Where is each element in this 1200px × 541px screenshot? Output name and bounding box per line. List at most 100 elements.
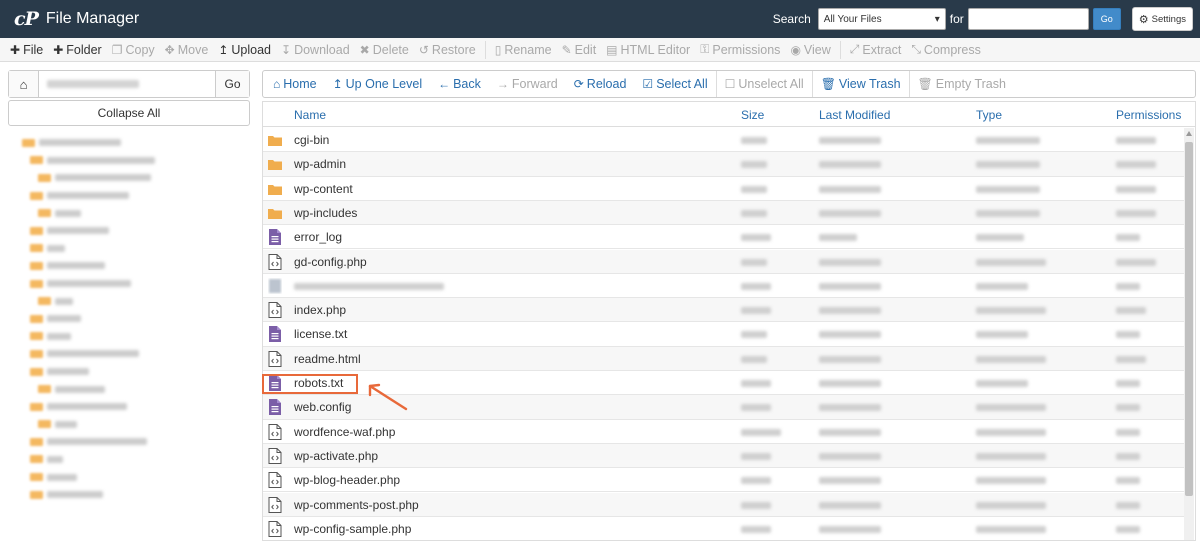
permissions-cell (1116, 404, 1140, 412)
tree-item[interactable] (0, 433, 258, 451)
table-row[interactable] (263, 274, 1185, 299)
column-last-modified[interactable]: Last Modified (819, 108, 890, 122)
file-name[interactable]: wp-activate.php (294, 449, 378, 463)
home-button[interactable]: ⌂ Home (263, 71, 325, 97)
path-go-button[interactable]: Go (215, 71, 249, 97)
search-scope-select[interactable]: All Your Files ▾ (817, 8, 946, 30)
file-name[interactable]: wordfence-waf.php (294, 425, 395, 439)
file-name[interactable]: readme.html (294, 352, 361, 366)
tree-item[interactable] (0, 134, 258, 152)
compress-button[interactable]: ⤡ Compress (906, 38, 986, 62)
file-name[interactable]: index.php (294, 303, 346, 317)
table-row[interactable]: error_log (263, 225, 1185, 250)
tree-item[interactable] (0, 222, 258, 240)
scrollbar-thumb[interactable] (1185, 142, 1193, 496)
table-row[interactable]: wp-content (263, 177, 1185, 201)
settings-button[interactable]: ⚙ Settings (1131, 7, 1193, 31)
column-size[interactable]: Size (741, 108, 764, 122)
rename-icon: ▯ (494, 42, 502, 57)
tree-item[interactable] (0, 275, 258, 293)
column-name[interactable]: Name (294, 108, 326, 122)
tree-item[interactable] (0, 328, 258, 346)
reload-button[interactable]: ⟳ Reload (566, 71, 635, 97)
tree-item[interactable] (0, 468, 258, 486)
tree-item[interactable] (0, 486, 258, 504)
file-name[interactable]: wp-includes (294, 206, 357, 220)
tree-item[interactable] (0, 380, 258, 398)
table-row[interactable]: license.txt (263, 322, 1185, 347)
collapse-all-button[interactable]: Collapse All (8, 100, 250, 126)
tree-item[interactable] (0, 451, 258, 469)
table-row[interactable]: wp-activate.php (263, 443, 1185, 469)
tree-item[interactable] (0, 187, 258, 205)
table-row[interactable]: wp-admin (263, 152, 1185, 177)
table-row[interactable]: wordfence-waf.php (263, 420, 1185, 444)
scroll-up-icon[interactable] (1186, 131, 1192, 136)
view-trash-button[interactable]: 🗑 View Trash (813, 71, 910, 97)
table-row[interactable]: wp-comments-post.php (263, 492, 1185, 517)
table-row[interactable]: wp-blog-header.php (263, 468, 1185, 493)
file-name[interactable]: web.config (294, 400, 351, 414)
file-name[interactable]: wp-comments-post.php (294, 498, 419, 512)
tree-item[interactable] (0, 152, 258, 170)
file-name[interactable]: wp-config-sample.php (294, 522, 411, 536)
text-file-icon (268, 326, 282, 343)
restore-icon: ↺ (418, 42, 429, 57)
tree-item[interactable] (0, 363, 258, 381)
tree-item[interactable] (0, 345, 258, 363)
tree-item[interactable] (0, 257, 258, 275)
download-button[interactable]: ↧ Download (276, 38, 355, 62)
column-permissions[interactable]: Permissions (1116, 108, 1181, 122)
tree-item[interactable] (0, 398, 258, 416)
type-cell (976, 355, 1046, 363)
table-row[interactable]: readme.html (263, 346, 1185, 371)
vertical-scrollbar[interactable] (1184, 128, 1194, 540)
copy-button[interactable]: ❐ Copy (107, 38, 160, 62)
permissions-button[interactable]: ⚿ Permissions (695, 38, 785, 62)
up-one-level-button[interactable]: ↥ Up One Level (325, 71, 431, 97)
folder-icon (268, 156, 282, 172)
table-row[interactable]: gd-config.php (263, 249, 1185, 274)
file-name[interactable]: error_log (294, 230, 342, 244)
restore-button[interactable]: ↺ Restore (414, 38, 481, 62)
empty-trash-button[interactable]: 🗑 Empty Trash (910, 71, 1014, 97)
path-input[interactable] (39, 71, 215, 97)
column-type[interactable]: Type (976, 108, 1002, 122)
tree-item[interactable] (0, 169, 258, 187)
file-name[interactable]: gd-config.php (294, 255, 367, 269)
tree-item[interactable] (0, 310, 258, 328)
file-name[interactable]: wp-blog-header.php (294, 473, 400, 487)
view-button[interactable]: ◉ View (785, 38, 835, 62)
compress-icon: ⤡ (911, 42, 921, 56)
rename-button[interactable]: ▯ Rename (490, 38, 557, 62)
tree-item[interactable] (0, 292, 258, 310)
table-row[interactable]: wp-config-sample.php (263, 517, 1185, 540)
table-row[interactable]: wp-includes (263, 200, 1185, 226)
tree-item[interactable] (0, 416, 258, 434)
move-label: Move (177, 42, 209, 57)
back-button[interactable]: ← Back (430, 71, 489, 97)
search-go-button[interactable]: Go (1092, 8, 1121, 30)
edit-button[interactable]: ✎ Edit (557, 38, 602, 62)
delete-button[interactable]: ✖ Delete (355, 38, 414, 62)
unselect-all-button[interactable]: ☐ Unselect All (717, 71, 813, 97)
tree-item[interactable] (0, 204, 258, 222)
html-editor-button[interactable]: ▤ HTML Editor (601, 38, 695, 62)
size-cell (741, 525, 771, 533)
home-icon[interactable]: ⌂ (9, 71, 39, 97)
new-folder-button[interactable]: ✚ Folder (48, 38, 107, 62)
file-name[interactable]: wp-admin (294, 157, 346, 171)
search-input[interactable] (967, 8, 1089, 30)
file-name[interactable]: cgi-bin (294, 133, 329, 147)
file-name[interactable]: license.txt (294, 327, 347, 341)
table-row[interactable]: cgi-bin (263, 128, 1185, 153)
new-file-button[interactable]: ✚ File (5, 38, 48, 62)
move-button[interactable]: ✥ Move (160, 38, 214, 62)
tree-item[interactable] (0, 240, 258, 258)
forward-button[interactable]: → Forward (489, 71, 566, 97)
select-all-button[interactable]: ☑ Select All (634, 71, 717, 97)
file-name[interactable]: wp-content (294, 182, 353, 196)
upload-button[interactable]: ↥ Upload (213, 38, 276, 62)
table-row[interactable]: index.php (263, 298, 1185, 323)
extract-button[interactable]: ⤢ Extract (845, 38, 907, 62)
